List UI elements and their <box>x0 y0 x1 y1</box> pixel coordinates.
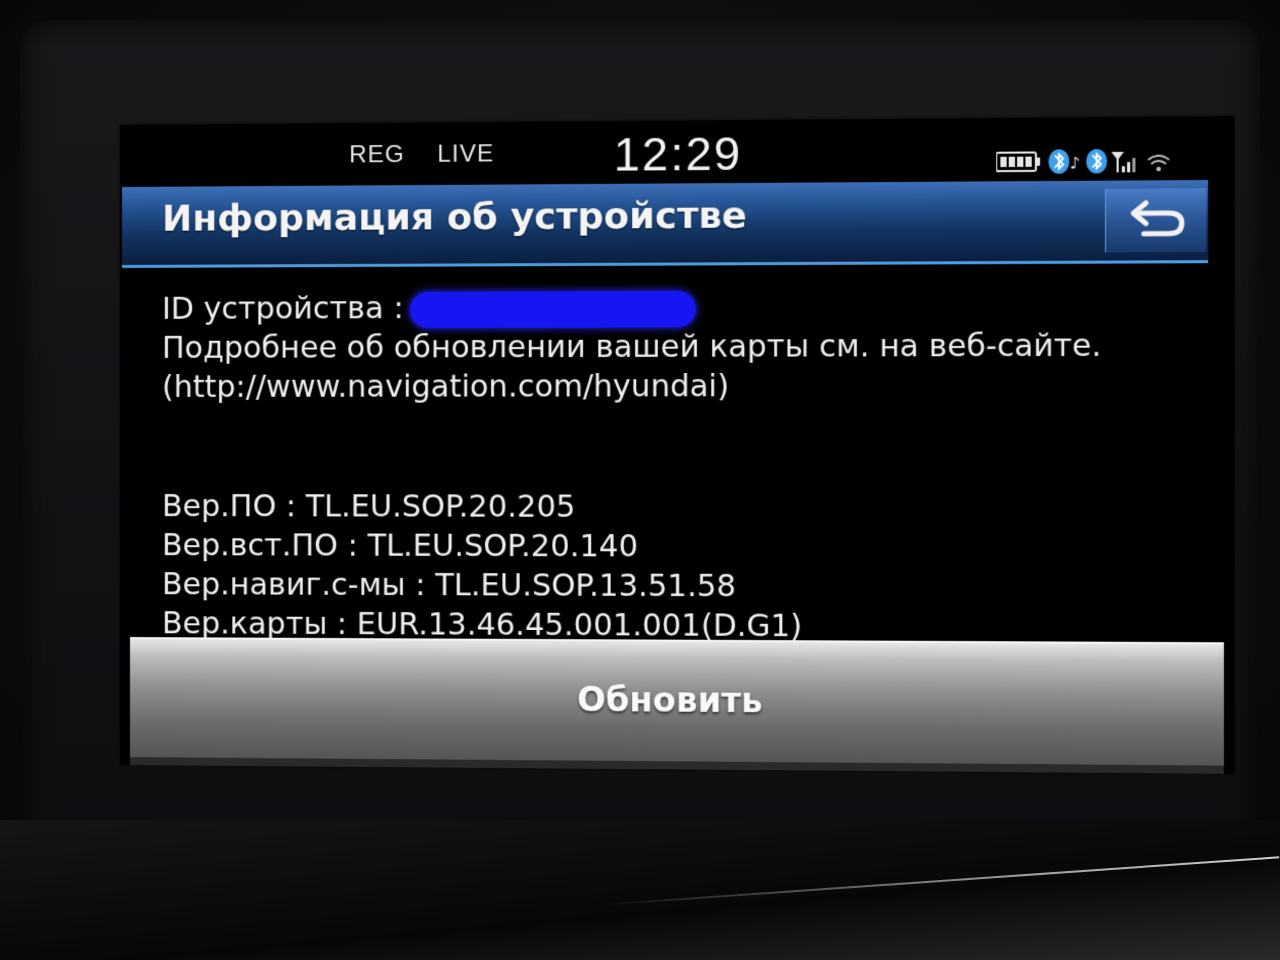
device-id-row: ID устройства : <box>162 286 1200 329</box>
update-note: Подробнее об обновлении вашей карты см. … <box>162 328 1102 366</box>
dashboard-trim <box>0 820 1280 960</box>
back-button[interactable] <box>1105 188 1206 253</box>
title-bar: Информация об устройстве <box>121 179 1209 268</box>
update-button-label: Обновить <box>577 679 763 721</box>
update-button[interactable]: Обновить <box>129 637 1224 768</box>
version-value: TL.EU.SOP.20.140 <box>367 528 639 565</box>
reg-indicator: REG <box>349 140 405 169</box>
clock: 12:29 <box>613 127 743 181</box>
signal-icon <box>1111 151 1136 173</box>
device-id-redaction <box>409 290 696 328</box>
battery-icon <box>996 152 1041 171</box>
version-row-firmware: Вер.вст.ПО : TL.EU.SOP.20.140 <box>162 528 639 565</box>
device-id-label: ID устройства : <box>162 290 404 327</box>
status-icons: ♪ <box>996 147 1174 175</box>
version-label: Вер.вст.ПО <box>162 528 339 564</box>
infotainment-screen: REG LIVE 12:29 ♪ Информация об устройств… <box>120 116 1235 774</box>
version-row-navigation: Вер.навиг.с-мы : TL.EU.SOP.13.51.58 <box>162 567 737 605</box>
page-title: Информация об устройстве <box>162 195 747 240</box>
wifi-icon <box>1148 156 1169 172</box>
live-indicator: LIVE <box>437 140 495 168</box>
version-value: TL.EU.SOP.13.51.58 <box>435 567 737 605</box>
back-arrow-icon <box>1106 188 1206 252</box>
website-link: (http://www.navigation.com/hyundai) <box>162 368 730 405</box>
version-label: Вер.ПО <box>162 489 277 525</box>
bluetooth-audio-icon: ♪ <box>1048 149 1080 174</box>
version-value: TL.EU.SOP.20.205 <box>305 489 576 525</box>
svg-text:♪: ♪ <box>1069 153 1080 173</box>
bluetooth-icon <box>1086 148 1108 174</box>
version-row-software: Вер.ПО : TL.EU.SOP.20.205 <box>162 489 576 525</box>
device-info-panel: ID устройства : Подробнее об обновлении … <box>162 286 1200 649</box>
status-bar: REG LIVE 12:29 ♪ <box>120 116 1234 187</box>
version-label: Вер.навиг.с-мы <box>162 567 406 604</box>
